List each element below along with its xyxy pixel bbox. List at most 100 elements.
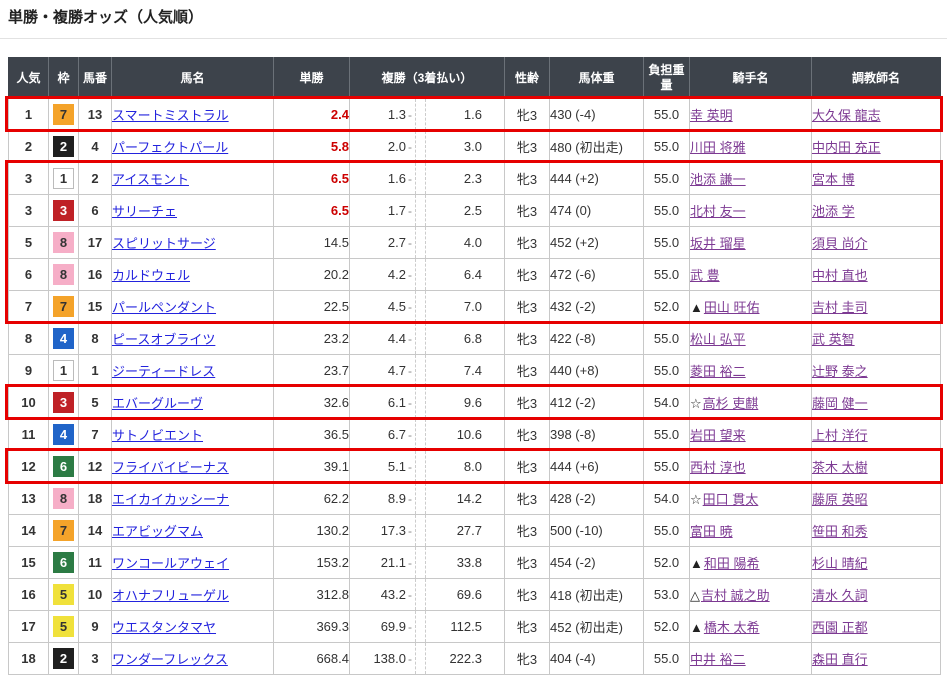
horse-name-link[interactable]: スピリットサージ: [112, 236, 216, 251]
horse-name-link[interactable]: サリーチェ: [112, 204, 177, 219]
horse-name-link[interactable]: オハナフリューゲル: [112, 588, 229, 603]
carried-weight: 55.0: [644, 227, 690, 259]
title-divider: [0, 38, 947, 39]
jockey-link[interactable]: 田口 貫太: [703, 492, 759, 507]
horse-weight: 440 (+8): [550, 355, 644, 387]
trainer-link[interactable]: 西園 正都: [812, 620, 868, 635]
jockey-link[interactable]: 菱田 裕二: [690, 364, 746, 379]
trainer-link[interactable]: 藤岡 健一: [812, 396, 868, 411]
header-horse-number: 馬番: [79, 58, 112, 99]
horse-name-link[interactable]: スマートミストラル: [112, 108, 229, 123]
frame-cell: 8: [49, 259, 79, 291]
horse-name-link[interactable]: サトノビエント: [112, 428, 203, 443]
carried-weight: 55.0: [644, 99, 690, 131]
header-carried-weight: 負担重量: [644, 58, 690, 99]
trainer-link[interactable]: 武 英智: [812, 332, 855, 347]
rank-cell: 15: [9, 547, 49, 579]
frame-cell: 2: [49, 643, 79, 675]
horse-name-link[interactable]: エバーグルーヴ: [112, 396, 203, 411]
place-odds-divider: [415, 259, 426, 290]
jockey-cell: 池添 謙一: [690, 163, 812, 195]
horse-number: 13: [79, 99, 112, 131]
jockey-link[interactable]: 田山 旺佑: [704, 300, 760, 315]
horse-name-cell: エアビッグマム: [112, 515, 274, 547]
trainer-link[interactable]: 藤原 英昭: [812, 492, 868, 507]
place-odds-separator: -: [406, 396, 415, 410]
horse-name-link[interactable]: ピースオブライツ: [112, 332, 215, 347]
place-odds: 4.4-6.8: [350, 323, 505, 355]
sex-age: 牝3: [505, 547, 550, 579]
table-row: 911ジーティードレス23.74.7-7.4牝3440 (+8)55.0菱田 裕…: [9, 355, 941, 387]
jockey-link[interactable]: 幸 英明: [690, 108, 733, 123]
carried-weight: 55.0: [644, 195, 690, 227]
place-odds-divider: [415, 611, 426, 642]
odds-page: 単勝・複勝オッズ（人気順） 人気 枠 馬番 馬名 単勝 複勝（3着払い） 性齢 …: [0, 0, 947, 676]
horse-name-link[interactable]: フライバイビーナス: [112, 460, 229, 475]
frame-badge: 2: [53, 136, 74, 157]
horse-name-link[interactable]: ワンコールアウェイ: [112, 556, 229, 571]
trainer-link[interactable]: 森田 直行: [812, 652, 868, 667]
horse-name-cell: オハナフリューゲル: [112, 579, 274, 611]
horse-weight: 418 (初出走): [550, 579, 644, 611]
jockey-link[interactable]: 岩田 望来: [690, 428, 746, 443]
table-row: 15611ワンコールアウェイ153.221.1-33.8牝3454 (-2)52…: [9, 547, 941, 579]
trainer-cell: 中内田 充正: [812, 131, 941, 163]
trainer-link[interactable]: 上村 洋行: [812, 428, 868, 443]
place-odds-low: 1.6: [350, 171, 406, 186]
trainer-link[interactable]: 杉山 晴紀: [812, 556, 868, 571]
trainer-link[interactable]: 中村 直也: [812, 268, 868, 283]
jockey-link[interactable]: 川田 将雅: [690, 140, 746, 155]
jockey-link[interactable]: 和田 陽希: [704, 556, 760, 571]
horse-name-link[interactable]: エイカイカッシーナ: [112, 492, 229, 507]
header-rank: 人気: [9, 58, 49, 99]
carried-weight: 52.0: [644, 291, 690, 323]
horse-name-link[interactable]: パールペンダント: [112, 300, 216, 315]
horse-name-link[interactable]: パーフェクトパール: [112, 140, 228, 155]
sex-age: 牝3: [505, 643, 550, 675]
jockey-link[interactable]: 西村 淳也: [690, 460, 746, 475]
trainer-cell: 武 英智: [812, 323, 941, 355]
place-odds-high: 27.7: [426, 523, 482, 538]
jockey-link[interactable]: 北村 友一: [690, 204, 746, 219]
trainer-link[interactable]: 辻野 泰之: [812, 364, 868, 379]
frame-badge: 3: [53, 392, 74, 413]
trainer-link[interactable]: 茶木 太樹: [812, 460, 868, 475]
horse-name-cell: スピリットサージ: [112, 227, 274, 259]
horse-name-link[interactable]: エアビッグマム: [112, 524, 203, 539]
horse-number: 17: [79, 227, 112, 259]
trainer-link[interactable]: 池添 学: [812, 204, 855, 219]
trainer-link[interactable]: 吉村 圭司: [812, 300, 868, 315]
trainer-link[interactable]: 中内田 充正: [812, 140, 881, 155]
jockey-link[interactable]: 橋木 太希: [704, 620, 760, 635]
horse-name-link[interactable]: アイスモント: [112, 172, 189, 187]
jockey-link[interactable]: 中井 裕二: [690, 652, 746, 667]
horse-number: 9: [79, 611, 112, 643]
place-odds-divider: [415, 643, 426, 674]
place-odds-separator: -: [406, 108, 415, 122]
jockey-link[interactable]: 松山 弘平: [690, 332, 746, 347]
carried-weight: 52.0: [644, 611, 690, 643]
trainer-cell: 笹田 和秀: [812, 515, 941, 547]
jockey-link[interactable]: 坂井 瑠星: [690, 236, 746, 251]
jockey-link[interactable]: 富田 暁: [690, 524, 733, 539]
jockey-link[interactable]: 吉村 誠之助: [701, 588, 770, 603]
win-odds: 153.2: [274, 547, 350, 579]
horse-name-link[interactable]: ジーティードレス: [112, 364, 215, 379]
jockey-link[interactable]: 武 豊: [690, 268, 720, 283]
frame-cell: 5: [49, 579, 79, 611]
horse-name-link[interactable]: ワンダーフレックス: [112, 652, 228, 667]
horse-name-link[interactable]: カルドウェル: [112, 268, 190, 283]
trainer-link[interactable]: 清水 久詞: [812, 588, 868, 603]
trainer-link[interactable]: 宮本 博: [812, 172, 855, 187]
frame-cell: 1: [49, 163, 79, 195]
frame-badge: 7: [53, 296, 74, 317]
table-row: 312アイスモント6.51.6-2.3牝3444 (+2)55.0池添 謙一宮本…: [9, 163, 941, 195]
trainer-link[interactable]: 大久保 龍志: [812, 108, 881, 123]
trainer-link[interactable]: 笹田 和秀: [812, 524, 868, 539]
jockey-link[interactable]: 池添 謙一: [690, 172, 746, 187]
jockey-link[interactable]: 高杉 吏麒: [703, 396, 759, 411]
table-row: 5817スピリットサージ14.52.7-4.0牝3452 (+2)55.0坂井 …: [9, 227, 941, 259]
trainer-link[interactable]: 須貝 尚介: [812, 236, 868, 251]
win-odds: 6.5: [274, 163, 350, 195]
horse-name-link[interactable]: ウエスタンタマヤ: [112, 620, 216, 635]
